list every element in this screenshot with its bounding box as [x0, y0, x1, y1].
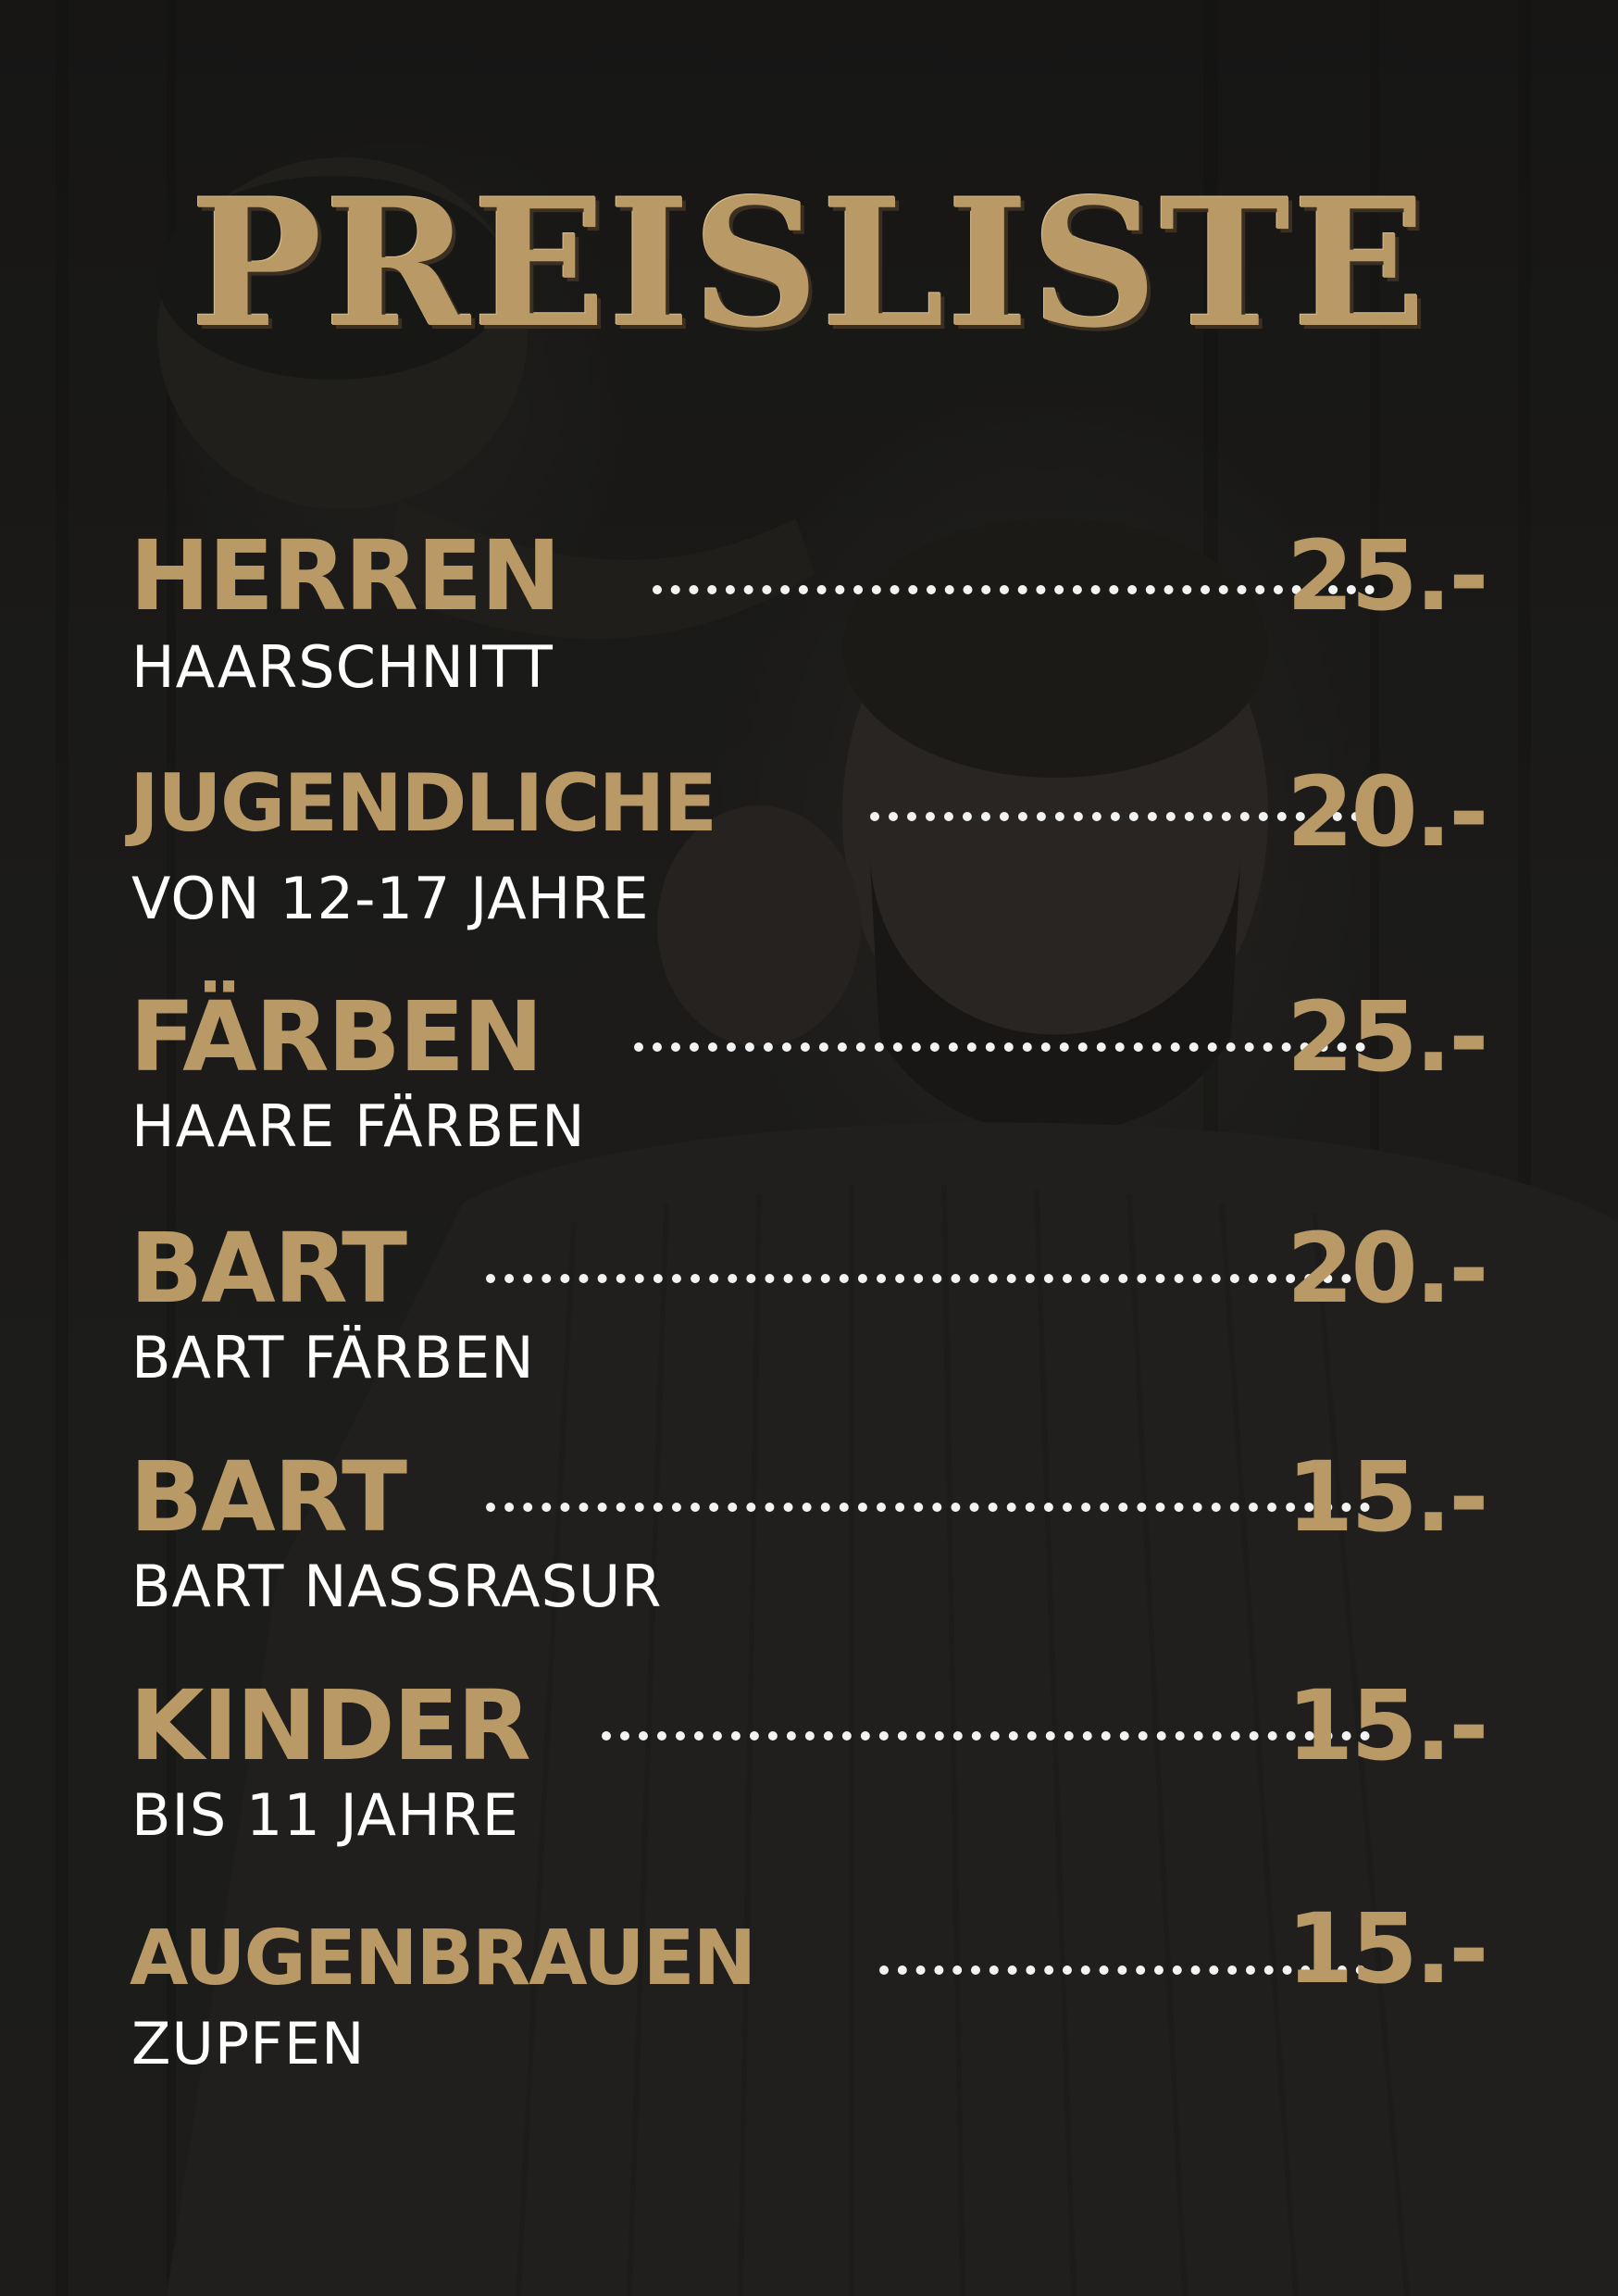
service-description: BART FÄRBEN: [131, 1324, 535, 1391]
dot-leader: [634, 1033, 1365, 1052]
dot-leader: [486, 1265, 1370, 1283]
price-list-poster: PREISLISTE HERREN 25.- HAARSCHNITT JUGEN…: [0, 0, 1618, 2296]
service-price: 15.-: [1287, 1892, 1488, 2005]
service-description: BIS 11 JAHRE: [131, 1781, 519, 1849]
service-description: VON 12-17 JAHRE: [131, 865, 650, 932]
service-name: JUGENDLICHE: [130, 757, 717, 850]
service-price: 15.-: [1287, 1441, 1488, 1554]
dot-leader: [653, 576, 1375, 594]
service-description: ZUPFEN: [131, 2010, 366, 2078]
service-name: KINDER: [130, 1669, 531, 1782]
service-name: AUGENBRAUEN: [130, 1915, 756, 2003]
service-description: HAARE FÄRBEN: [131, 1092, 586, 1160]
dot-leader: [602, 1722, 1370, 1741]
service-price: 25.-: [1287, 980, 1488, 1093]
service-price: 20.-: [1287, 1212, 1488, 1325]
service-description: BART NASSRASUR: [131, 1553, 663, 1620]
service-name: BART: [130, 1212, 407, 1325]
dot-leader: [486, 1493, 1370, 1512]
service-price: 20.-: [1287, 755, 1488, 868]
service-name: HERREN: [130, 519, 561, 632]
service-price: 15.-: [1287, 1669, 1488, 1782]
service-name: FÄRBEN: [130, 980, 543, 1093]
service-name: BART: [130, 1441, 407, 1554]
page-title: PREISLISTE: [190, 160, 1428, 367]
service-price: 25.-: [1287, 519, 1488, 632]
service-description: HAARSCHNITT: [131, 633, 554, 701]
